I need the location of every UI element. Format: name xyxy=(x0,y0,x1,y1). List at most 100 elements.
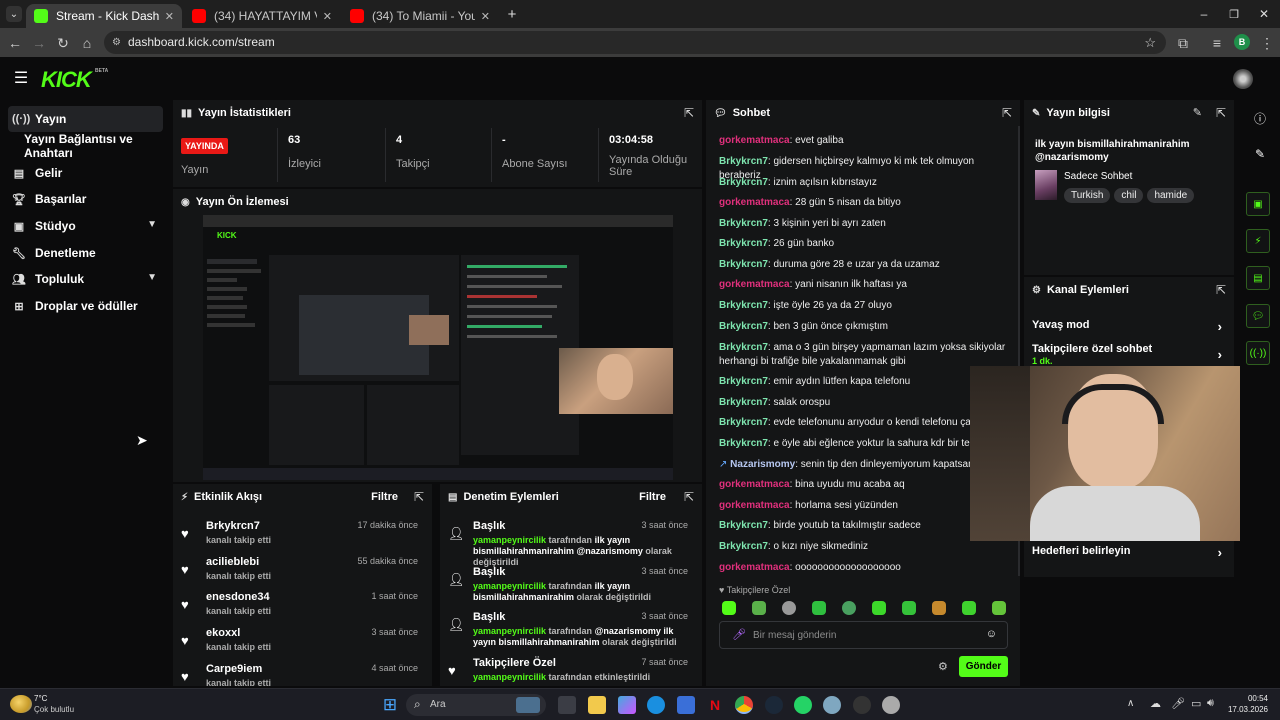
action-actor[interactable]: yamanpeynircilik xyxy=(473,535,546,545)
moderation-filter-button[interactable]: Filtre xyxy=(639,491,666,503)
task-view-icon[interactable] xyxy=(558,696,576,714)
chat-username[interactable]: Brkykrcn7 xyxy=(719,417,768,428)
chat-username[interactable]: gorkematmaca xyxy=(719,479,790,490)
tab-kick-dashboard[interactable]: Stream - Kick Dashboard ✕ xyxy=(26,4,182,28)
chat-username[interactable]: Nazarismomy xyxy=(730,459,795,470)
user-avatar[interactable] xyxy=(1233,69,1253,89)
action-actor[interactable]: yamanpeynircilik xyxy=(473,581,546,591)
activity-user[interactable]: Carpe9iem xyxy=(206,663,262,675)
activity-user[interactable]: acilieblebi xyxy=(206,556,259,568)
send-button[interactable]: Gönder xyxy=(959,656,1008,677)
reload-icon[interactable]: ↻ xyxy=(54,34,72,52)
chat-username[interactable]: gorkematmaca xyxy=(719,197,790,208)
chat-username[interactable]: Brkykrcn7 xyxy=(719,376,768,387)
document-icon[interactable]: ▤ xyxy=(1246,266,1270,290)
file-explorer-icon[interactable] xyxy=(588,696,606,714)
activity-filter-button[interactable]: Filtre xyxy=(371,491,398,503)
set-goals-row[interactable]: Hedefleri belirleyin › xyxy=(1032,545,1226,560)
emote-icon[interactable] xyxy=(842,601,856,615)
kick-logo[interactable]: KICK xyxy=(41,67,92,93)
sidebar-item-studio[interactable]: ▣ Stüdyo ▼ xyxy=(8,213,163,239)
maximize-icon[interactable]: ❐ xyxy=(1226,6,1242,22)
chat-username[interactable]: Brkykrcn7 xyxy=(719,259,768,270)
tab-youtube-miami[interactable]: (34) To Miamii - YouTube ✕ xyxy=(342,4,498,28)
close-window-icon[interactable]: ✕ xyxy=(1256,6,1272,22)
clock-time[interactable]: 00:54 xyxy=(1234,694,1268,703)
cloud-icon[interactable]: ☁ xyxy=(1150,697,1161,710)
netflix-icon[interactable]: N xyxy=(706,696,724,714)
edit-layout-icon[interactable]: ✎ xyxy=(1252,146,1268,162)
emote-icon[interactable] xyxy=(812,601,826,615)
close-tab-icon[interactable]: ✕ xyxy=(165,10,174,23)
copilot-icon[interactable] xyxy=(618,696,636,714)
action-actor[interactable]: yamanpeynircilik xyxy=(473,672,546,682)
profile-avatar[interactable]: B xyxy=(1234,34,1250,50)
tray-chevron-icon[interactable]: ∧ xyxy=(1127,698,1134,709)
sidebar-item-revenue[interactable]: ▤ Gelir xyxy=(8,160,163,186)
emoji-picker-icon[interactable]: ☺ xyxy=(986,628,997,640)
emote-icon[interactable] xyxy=(902,601,916,615)
sidebar-item-stream-key[interactable]: Yayın Bağlantısı ve Anahtarı xyxy=(20,132,172,160)
chat-username[interactable]: Brkykrcn7 xyxy=(719,541,768,552)
popout-icon[interactable]: ⇱ xyxy=(414,490,424,504)
popout-icon[interactable]: ⇱ xyxy=(1216,283,1226,297)
sidebar-item-stream[interactable]: ((·)) Yayın xyxy=(8,106,163,132)
tab-youtube-vlog[interactable]: (34) HAYATTAYIM VLOG - YouTu ✕ xyxy=(184,4,340,28)
category-thumbnail[interactable] xyxy=(1035,170,1057,200)
popout-icon[interactable]: ⇱ xyxy=(1216,106,1226,120)
popout-icon[interactable]: ⇱ xyxy=(684,490,694,504)
emote-icon[interactable] xyxy=(962,601,976,615)
obs-icon[interactable] xyxy=(853,696,871,714)
chat-settings-icon[interactable]: ⚙ xyxy=(938,660,948,673)
chrome-icon[interactable] xyxy=(735,696,753,714)
volume-icon[interactable]: 🔊︎ xyxy=(1207,697,1214,710)
sidebar-item-moderation[interactable]: 🔧︎ Denetleme xyxy=(8,240,163,266)
info-icon[interactable]: ⓘ xyxy=(1252,110,1268,126)
chat-bubble-icon[interactable]: 💬︎ xyxy=(1246,304,1270,328)
network-icon[interactable]: ▭ xyxy=(1191,697,1201,710)
chat-username[interactable]: Brkykrcn7 xyxy=(719,218,768,229)
windows-start-icon[interactable]: ⊞ xyxy=(381,695,399,714)
bookmark-star-icon[interactable]: ☆ xyxy=(1144,31,1156,54)
tag[interactable]: Turkish xyxy=(1064,188,1111,203)
chat-input[interactable]: 🎤︎ Bir mesaj gönderin ☺ xyxy=(719,621,1008,649)
address-bar[interactable]: ⚙ dashboard.kick.com/stream ☆ xyxy=(104,31,1166,54)
forward-icon[interactable]: → xyxy=(30,34,48,52)
close-tab-icon[interactable]: ✕ xyxy=(481,10,490,23)
chat-username[interactable]: Brkykrcn7 xyxy=(719,520,768,531)
weather-icon[interactable] xyxy=(10,695,32,713)
edge-icon[interactable] xyxy=(647,696,665,714)
emote-icon[interactable] xyxy=(992,601,1006,615)
emote-icon[interactable] xyxy=(752,601,766,615)
chat-username[interactable]: Brkykrcn7 xyxy=(719,438,768,449)
app-icon[interactable] xyxy=(882,696,900,714)
edit-icon[interactable]: ✎ xyxy=(1193,106,1202,119)
action-actor[interactable]: yamanpeynircilik xyxy=(473,626,546,636)
stream-preview-video[interactable]: KICK xyxy=(203,215,673,480)
chat-username[interactable]: gorkematmaca xyxy=(719,279,790,290)
site-info-icon[interactable]: ⚙ xyxy=(112,31,121,54)
new-tab-icon[interactable]: + xyxy=(504,6,520,23)
chat-username[interactable]: Brkykrcn7 xyxy=(719,156,768,167)
activity-user[interactable]: ekoxxl xyxy=(206,627,240,639)
focus-mode-icon[interactable]: ▣ xyxy=(1246,192,1270,216)
lightning-icon[interactable]: ⚡︎ xyxy=(1246,229,1270,253)
emote-icon[interactable] xyxy=(782,601,796,615)
back-icon[interactable]: ← xyxy=(6,34,24,52)
clock-date[interactable]: 17.03.2026 xyxy=(1224,705,1268,714)
chat-username[interactable]: Brkykrcn7 xyxy=(719,238,768,249)
steam-icon[interactable] xyxy=(765,696,783,714)
chat-username[interactable]: gorkematmaca xyxy=(719,500,790,511)
whatsapp-icon[interactable] xyxy=(794,696,812,714)
tag[interactable]: chil xyxy=(1114,188,1144,203)
sidebar-item-achievements[interactable]: 🏆︎ Başarılar xyxy=(8,186,163,212)
emote-icon[interactable] xyxy=(722,601,736,615)
chat-username[interactable]: gorkematmaca xyxy=(719,135,790,146)
chat-username[interactable]: Brkykrcn7 xyxy=(719,397,768,408)
store-icon[interactable] xyxy=(677,696,695,714)
tab-search-icon[interactable]: ⌄ xyxy=(6,6,22,22)
chat-username[interactable]: gorkematmaca xyxy=(719,562,790,573)
stream-category[interactable]: Sadece Sohbet xyxy=(1064,171,1132,182)
slow-mode-row[interactable]: Yavaş mod › xyxy=(1032,319,1226,334)
chat-username[interactable]: Brkykrcn7 xyxy=(719,177,768,188)
